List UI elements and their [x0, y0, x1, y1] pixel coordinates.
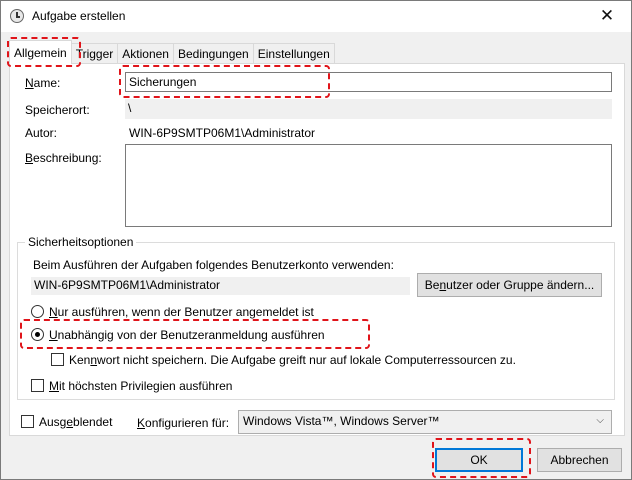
tab-allgemein[interactable]: Allgemein [9, 40, 72, 64]
run-independent-radio[interactable] [31, 328, 44, 341]
description-textarea[interactable] [125, 144, 612, 227]
run-logged-on-label: Nur ausführen, wenn der Benutzer angemel… [49, 305, 314, 319]
cancel-button[interactable]: Abbrechen [537, 448, 622, 472]
close-button[interactable]: ✕ [589, 3, 625, 29]
account-prompt: Beim Ausführen der Aufgaben folgendes Be… [33, 258, 394, 272]
account-value: WIN-6P9SMTP06M1\Administrator [31, 277, 410, 295]
tab-bedingungen[interactable]: Bedingungen [172, 43, 254, 64]
tab-strip: Allgemein Trigger Aktionen Bedingungen E… [9, 40, 335, 64]
ok-button[interactable]: OK [435, 448, 523, 472]
no-store-password-label: Kennwort nicht speichern. Die Aufgabe gr… [69, 353, 516, 367]
configure-label: Konfigurieren für: [137, 416, 230, 430]
task-scheduler-clock-icon [10, 9, 24, 23]
chevron-down-icon: ⌵ [596, 415, 604, 426]
author-label: Autor: [25, 126, 58, 140]
run-independent-label: Unabhängig von der Benutzeranmeldung aus… [49, 328, 325, 342]
no-store-password-checkbox[interactable] [51, 353, 64, 366]
highest-privileges-checkbox[interactable] [31, 379, 44, 392]
hidden-checkbox[interactable] [21, 415, 34, 428]
description-label: Beschreibung: [25, 151, 102, 165]
location-label: Speicherort: [25, 103, 90, 117]
location-value: \ [125, 99, 612, 119]
window-title: Aufgabe erstellen [32, 9, 126, 23]
change-user-button[interactable]: Be n utzer oder Gruppe ändern... [417, 273, 602, 297]
security-options-title: Sicherheitsoptionen [25, 235, 137, 249]
tab-aktionen[interactable]: Aktionen [117, 43, 174, 64]
run-logged-on-radio[interactable] [31, 305, 44, 318]
hidden-label: Ausgeblendet [39, 415, 113, 429]
tab-trigger[interactable]: Trigger [70, 43, 119, 64]
configure-for-select[interactable]: Windows Vista™, Windows Server™ ⌵ [238, 410, 612, 434]
title-bar: Aufgabe erstellen ✕ [1, 1, 631, 32]
configure-for-value: Windows Vista™, Windows Server™ [243, 414, 440, 428]
author-value: WIN-6P9SMTP06M1\Administrator [129, 126, 316, 140]
name-label: Name: [25, 76, 61, 90]
highest-privileges-label: Mit höchsten Privilegien ausführen [49, 379, 233, 393]
tab-einstellungen[interactable]: Einstellungen [252, 43, 335, 64]
name-input[interactable]: Sicherungen [125, 72, 612, 92]
task-dialog-window: Aufgabe erstellen ✕ Allgemein Trigger Ak… [0, 0, 632, 480]
